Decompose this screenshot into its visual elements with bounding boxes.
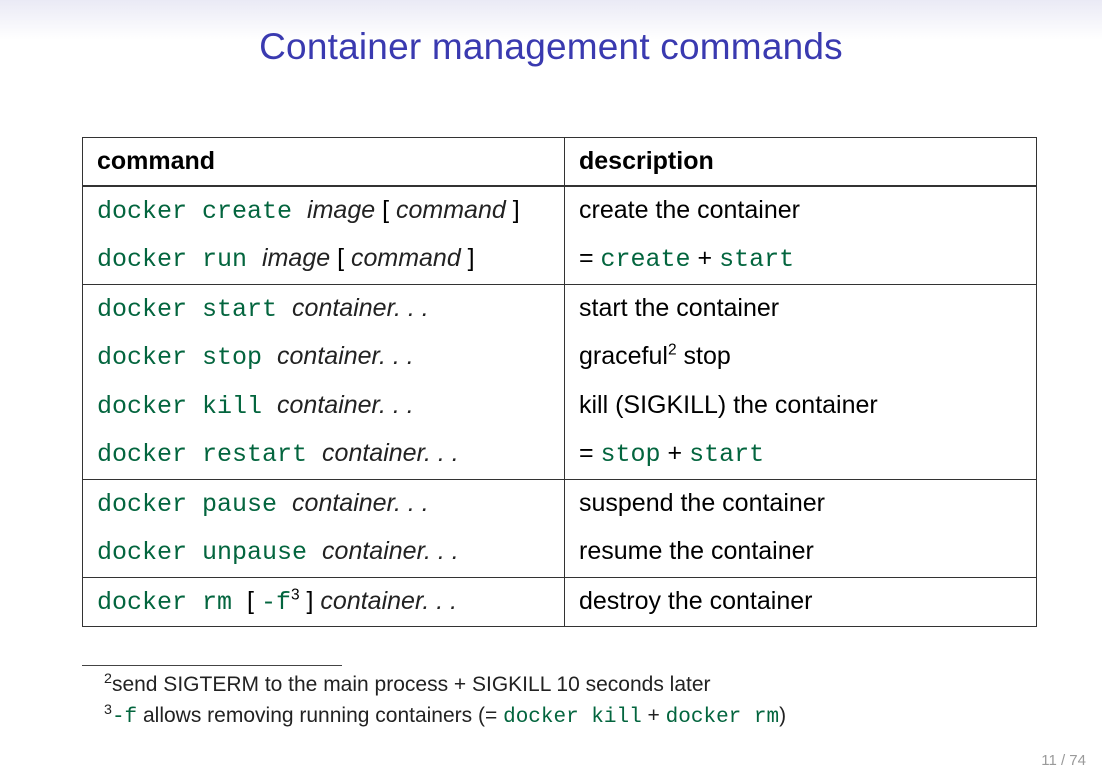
table-row: docker unpause container. . .resume the …: [83, 528, 1037, 577]
footnote-rule: [82, 665, 342, 666]
description-cell: kill (SIGKILL) the container: [565, 382, 1037, 431]
table-row: docker pause container. . .suspend the c…: [83, 479, 1037, 528]
command-cell: docker kill container. . .: [83, 382, 565, 431]
footnote-code: docker rm: [666, 706, 779, 729]
command-cell: docker unpause container. . .: [83, 528, 565, 577]
footnote-2: 2send SIGTERM to the main process + SIGK…: [82, 670, 1022, 700]
description-cell: = stop + start: [565, 430, 1037, 479]
table-header-row: command description: [83, 138, 1037, 186]
slide-title: Container management commands: [0, 0, 1102, 68]
description-cell: destroy the container: [565, 577, 1037, 627]
footnote-mark: 2: [104, 671, 112, 687]
footnote-code: docker kill: [503, 706, 642, 729]
footnote-flag: -f: [112, 706, 137, 729]
table-row: docker run image [ command ]= create + s…: [83, 235, 1037, 284]
command-cell: docker rm [ -f3 ] container. . .: [83, 577, 565, 627]
footnote-text: allows removing running containers (=: [137, 704, 503, 727]
table-row: docker restart container. . .= stop + st…: [83, 430, 1037, 479]
command-cell: docker pause container. . .: [83, 479, 565, 528]
footnote-3: 3-f allows removing running containers (…: [82, 701, 1022, 733]
table-row: docker kill container. . .kill (SIGKILL)…: [83, 382, 1037, 431]
command-cell: docker start container. . .: [83, 284, 565, 333]
header-description: description: [565, 138, 1037, 186]
description-cell: = create + start: [565, 235, 1037, 284]
table-row: docker create image [ command ]create th…: [83, 186, 1037, 236]
table-row: docker rm [ -f3 ] container. . .destroy …: [83, 577, 1037, 627]
command-cell: docker create image [ command ]: [83, 186, 565, 236]
command-cell: docker restart container. . .: [83, 430, 565, 479]
table-row: docker start container. . .start the con…: [83, 284, 1037, 333]
command-cell: docker stop container. . .: [83, 333, 565, 382]
description-cell: graceful2 stop: [565, 333, 1037, 382]
footnote-text: ): [779, 704, 786, 727]
footnote-text: send SIGTERM to the main process + SIGKI…: [112, 673, 711, 696]
commands-table: command description docker create image …: [82, 137, 1037, 627]
footnote-text: +: [642, 704, 666, 727]
commands-table-wrap: command description docker create image …: [82, 137, 1036, 627]
footnote-mark: 3: [104, 702, 112, 718]
table-row: docker stop container. . .graceful2 stop: [83, 333, 1037, 382]
header-command: command: [83, 138, 565, 186]
description-cell: resume the container: [565, 528, 1037, 577]
description-cell: start the container: [565, 284, 1037, 333]
footnotes: 2send SIGTERM to the main process + SIGK…: [82, 665, 1022, 733]
slide: Container management commands command de…: [0, 0, 1102, 777]
page-number: 11 / 74: [1041, 752, 1086, 769]
description-cell: create the container: [565, 186, 1037, 236]
command-cell: docker run image [ command ]: [83, 235, 565, 284]
description-cell: suspend the container: [565, 479, 1037, 528]
